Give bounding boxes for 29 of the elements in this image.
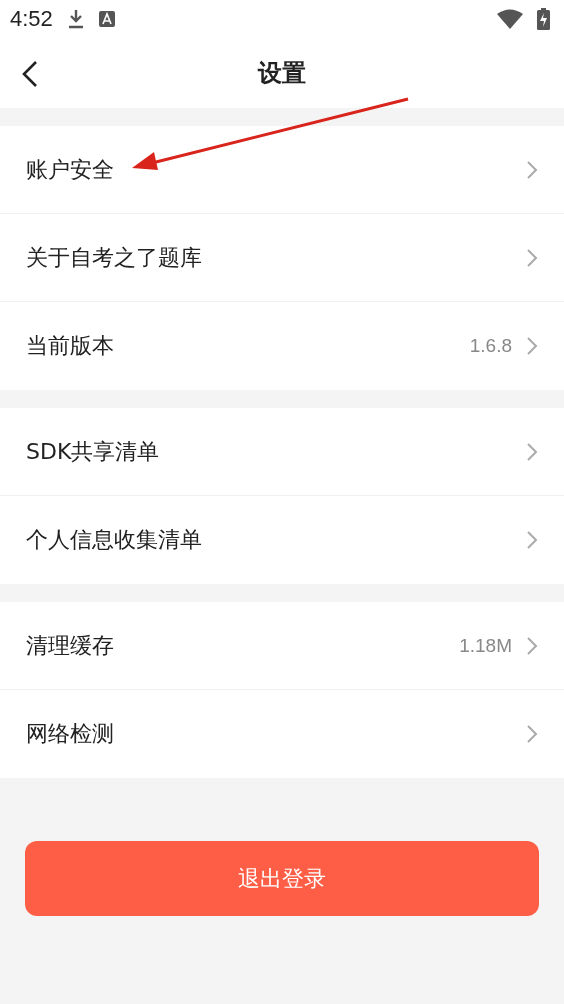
wifi-icon [497, 9, 523, 29]
settings-label: 个人信息收集清单 [26, 526, 203, 554]
settings-row[interactable]: SDK共享清单 [0, 408, 564, 496]
chevron-right-icon [526, 530, 538, 550]
app-notification-icon [98, 11, 115, 27]
settings-row[interactable]: 网络检测 [0, 690, 564, 778]
settings-row[interactable]: 当前版本 1.6.8 [0, 302, 564, 390]
settings-row[interactable]: 关于自考之了题库 [0, 214, 564, 302]
settings-label: 关于自考之了题库 [26, 243, 203, 272]
settings-row[interactable]: 个人信息收集清单 [0, 496, 564, 584]
settings-label: 当前版本 [26, 332, 115, 360]
chevron-right-icon [526, 336, 538, 356]
chevron-right-icon [526, 724, 538, 744]
download-icon [66, 9, 85, 29]
settings-label: 清理缓存 [26, 631, 115, 660]
chevron-right-icon [526, 635, 538, 656]
status-time: 4:52 [10, 6, 53, 32]
chevron-right-icon [526, 159, 538, 180]
chevron-right-icon [526, 247, 538, 268]
back-icon[interactable] [20, 60, 40, 88]
settings-value: 1.18M [459, 634, 512, 657]
settings-label: 账户安全 [26, 155, 115, 184]
settings-label: SDK共享清单 [26, 437, 161, 466]
settings-value: 1.6.8 [469, 335, 512, 357]
battery-icon [537, 8, 550, 30]
chevron-right-icon [526, 441, 538, 462]
page-title: 设置 [258, 58, 306, 89]
settings-label: 网络检测 [26, 720, 115, 748]
settings-row[interactable]: 清理缓存 1.18M [0, 602, 564, 690]
